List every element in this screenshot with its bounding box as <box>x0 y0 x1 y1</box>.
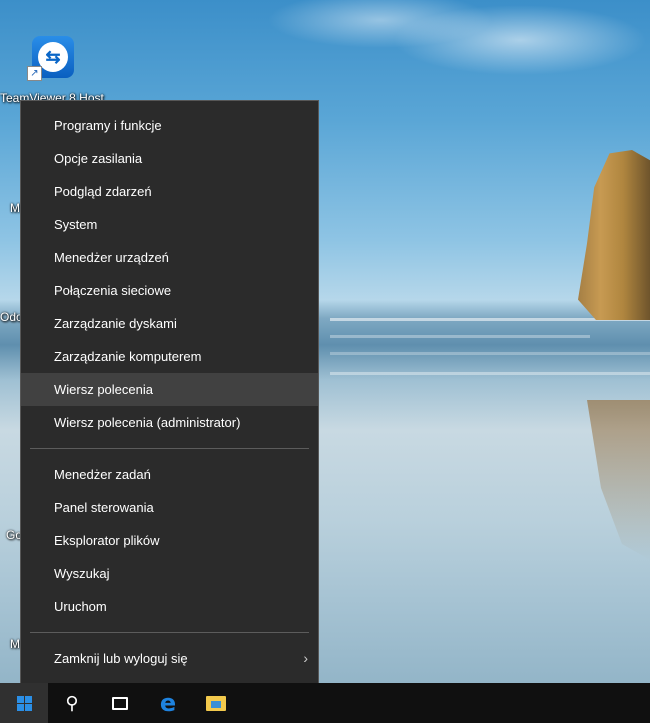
menu-item-system[interactable]: System <box>21 208 318 241</box>
menu-item-command-prompt[interactable]: Wiersz polecenia <box>21 373 318 406</box>
taskbar: ⚲ e <box>0 683 650 723</box>
rock-reflection <box>587 400 650 560</box>
shortcut-arrow-icon: ↗ <box>27 66 42 81</box>
menu-item-search[interactable]: Wyszukaj <box>21 557 318 590</box>
desktop-icon-label-partial: M <box>10 637 20 651</box>
task-view-button[interactable] <box>96 683 144 723</box>
edge-icon: e <box>159 689 177 717</box>
file-explorer-button[interactable] <box>192 683 240 723</box>
edge-button[interactable]: e <box>144 683 192 723</box>
menu-item-file-explorer[interactable]: Eksplorator plików <box>21 524 318 557</box>
desktop-icon-teamviewer[interactable]: ⇆ ↗ <box>27 36 76 81</box>
chevron-right-icon: › <box>303 650 308 666</box>
menu-item-event-viewer[interactable]: Podgląd zdarzeń <box>21 175 318 208</box>
menu-item-computer-management[interactable]: Zarządzanie komputerem <box>21 340 318 373</box>
wave-line <box>330 352 650 355</box>
search-icon: ⚲ <box>65 692 79 713</box>
start-button[interactable] <box>0 683 48 723</box>
winx-context-menu: Programy i funkcje Opcje zasilania Podgl… <box>20 100 319 699</box>
menu-item-label: Zamknij lub wyloguj się <box>54 651 188 666</box>
menu-item-programs-features[interactable]: Programy i funkcje <box>21 109 318 142</box>
menu-separator <box>30 448 309 449</box>
rock-formation <box>578 150 650 320</box>
menu-item-run[interactable]: Uruchom <box>21 590 318 623</box>
menu-item-control-panel[interactable]: Panel sterowania <box>21 491 318 524</box>
menu-item-shutdown-signout[interactable]: Zamknij lub wyloguj się › <box>21 642 318 675</box>
desktop-icon-label-partial: M <box>10 201 20 215</box>
menu-item-device-manager[interactable]: Menedżer urządzeń <box>21 241 318 274</box>
menu-item-command-prompt-admin[interactable]: Wiersz polecenia (administrator) <box>21 406 318 439</box>
wave-line <box>330 335 590 338</box>
menu-item-network-connections[interactable]: Połączenia sieciowe <box>21 274 318 307</box>
wave-line <box>330 372 650 375</box>
windows-logo-icon <box>16 695 32 711</box>
file-explorer-icon <box>206 695 226 711</box>
menu-item-power-options[interactable]: Opcje zasilania <box>21 142 318 175</box>
menu-separator <box>30 632 309 633</box>
menu-item-task-manager[interactable]: Menedżer zadań <box>21 458 318 491</box>
search-button[interactable]: ⚲ <box>48 683 96 723</box>
menu-item-disk-management[interactable]: Zarządzanie dyskami <box>21 307 318 340</box>
task-view-icon <box>112 696 128 710</box>
